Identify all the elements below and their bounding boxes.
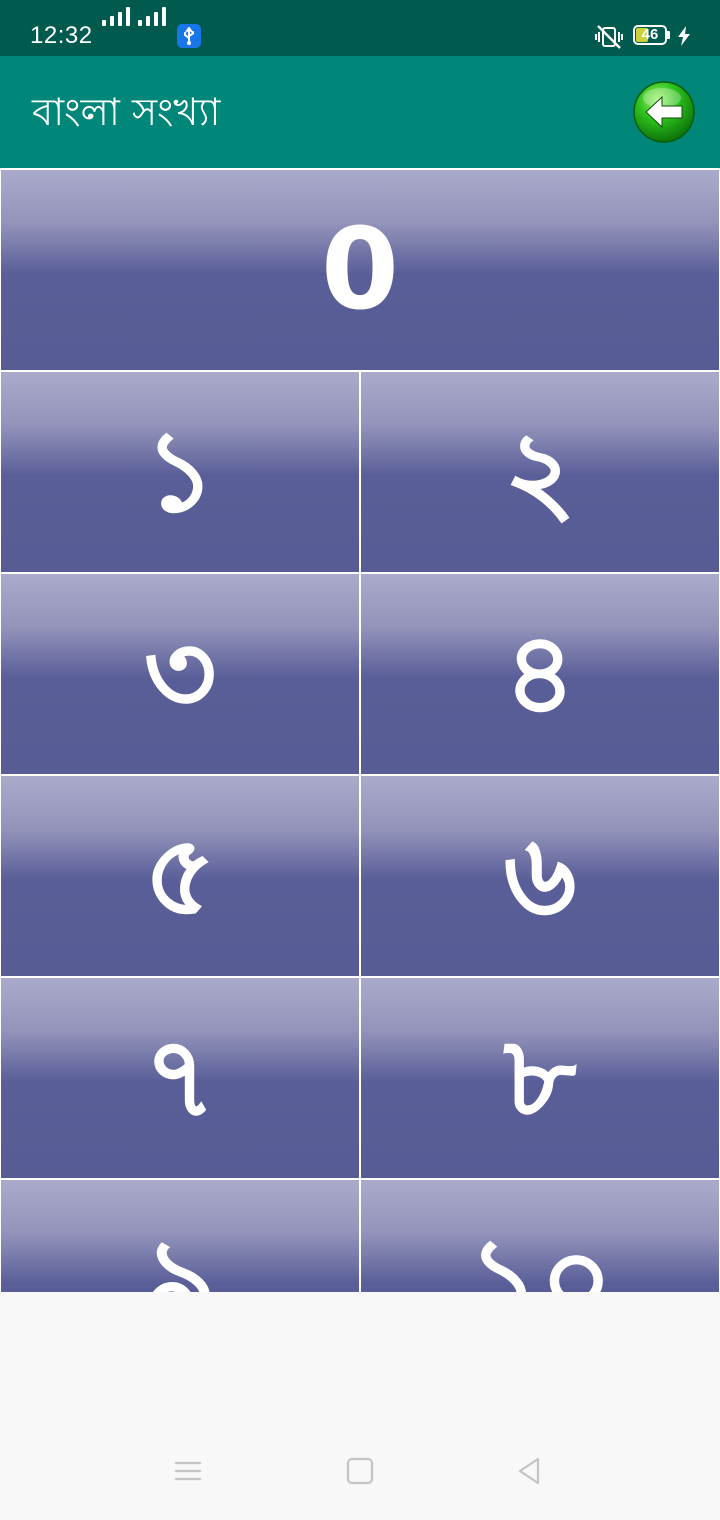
battery-cap (667, 31, 670, 39)
number-tile-5[interactable]: ৫ (1, 776, 359, 976)
number-label: ৪ (503, 609, 577, 739)
home-icon[interactable] (344, 1455, 376, 1487)
number-tile-6[interactable]: ৬ (361, 776, 719, 976)
vibrate-mute-icon (595, 25, 623, 49)
back-icon[interactable] (514, 1455, 546, 1487)
battery-icon: 46 (633, 25, 667, 45)
status-time: 12:32 (30, 22, 93, 49)
page-title: বাংলা সংখ্যা (32, 90, 221, 134)
number-label: ৭ (143, 1013, 217, 1143)
navigation-bar (0, 1292, 720, 1520)
number-grid: 0 ১ ২ ৩ ৪ ৫ ৬ ৭ ৮ ৯ ১০ (0, 168, 720, 1292)
status-bar: 12:32 46 (0, 0, 720, 56)
number-tile-1[interactable]: ১ (1, 372, 359, 572)
number-label: ৩ (143, 609, 217, 739)
number-tile-4[interactable]: ৪ (361, 574, 719, 774)
number-label: ২ (503, 407, 577, 537)
number-tile-0[interactable]: 0 (1, 170, 719, 370)
usb-icon (177, 24, 201, 48)
number-tile-7[interactable]: ৭ (1, 978, 359, 1178)
number-label: ৮ (503, 1013, 577, 1143)
arrow-left-icon[interactable] (632, 80, 696, 144)
number-label: ৫ (143, 811, 217, 941)
number-label: ৬ (503, 811, 577, 941)
number-label: ৯ (143, 1215, 217, 1292)
number-tile-8[interactable]: ৮ (361, 978, 719, 1178)
app-bar: বাংলা সংখ্যা (0, 56, 720, 168)
charging-icon (678, 26, 690, 46)
number-tile-3[interactable]: ৩ (1, 574, 359, 774)
battery-level: 46 (641, 26, 659, 43)
back-button[interactable] (632, 80, 696, 144)
number-label: ১০ (467, 1215, 613, 1292)
number-tile-2[interactable]: ২ (361, 372, 719, 572)
number-tile-9[interactable]: ৯ (1, 1180, 359, 1292)
menu-icon[interactable] (172, 1455, 204, 1487)
number-label: ১ (143, 407, 217, 537)
number-tile-10[interactable]: ১০ (361, 1180, 719, 1292)
number-label: 0 (321, 205, 399, 335)
